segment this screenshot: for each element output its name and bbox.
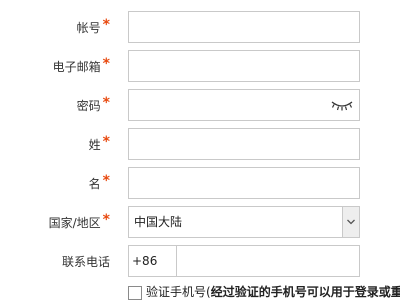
phone-label: 联系电话 bbox=[62, 245, 110, 279]
given-name-label: 名 * bbox=[89, 167, 110, 201]
surname-label-text: 姓 bbox=[88, 138, 101, 152]
verify-phone-label: 验证手机号(经过验证的手机号可以用于登录或重置 bbox=[146, 285, 400, 300]
eye-closed-icon[interactable] bbox=[330, 97, 354, 113]
required-mark: * bbox=[102, 17, 110, 33]
account-input[interactable] bbox=[128, 11, 360, 43]
surname-input[interactable] bbox=[128, 128, 360, 160]
surname-label: 姓 * bbox=[89, 128, 110, 162]
required-mark: * bbox=[102, 212, 110, 228]
given-name-input[interactable] bbox=[128, 167, 360, 199]
password-input[interactable] bbox=[128, 89, 360, 121]
phone-label-text: 联系电话 bbox=[61, 255, 110, 269]
region-select[interactable]: 中国大陆 bbox=[128, 206, 360, 238]
region-label: 国家/地区 * bbox=[49, 206, 110, 240]
region-select-toggle[interactable] bbox=[342, 207, 359, 237]
email-label: 电子邮箱 * bbox=[53, 50, 110, 84]
region-select-value: 中国大陆 bbox=[134, 215, 183, 229]
password-row: 密码 * bbox=[0, 89, 400, 123]
region-label-text: 国家/地区 bbox=[48, 216, 101, 230]
verify-phone-option[interactable]: 验证手机号(经过验证的手机号可以用于登录或重置 bbox=[128, 285, 400, 301]
account-label-text: 帐号 bbox=[76, 21, 101, 35]
email-row: 电子邮箱 * bbox=[0, 50, 400, 84]
region-row: 国家/地区 * 中国大陆 bbox=[0, 206, 400, 240]
email-input[interactable] bbox=[128, 50, 360, 82]
required-mark: * bbox=[102, 95, 110, 111]
account-row: 帐号 * bbox=[0, 11, 400, 45]
phone-country-code: +86 bbox=[129, 246, 177, 276]
email-label-text: 电子邮箱 bbox=[52, 60, 101, 74]
password-label: 密码 * bbox=[77, 89, 110, 123]
given-name-row: 名 * bbox=[0, 167, 400, 201]
password-label-text: 密码 bbox=[76, 99, 101, 113]
verify-phone-note: 经过验证的手机号可以用于登录或重置 bbox=[210, 285, 400, 299]
account-label: 帐号 * bbox=[77, 11, 110, 45]
given-name-label-text: 名 bbox=[88, 177, 101, 191]
registration-form: 帐号 * 电子邮箱 * 密码 * 姓 * 名 * 国家/地区 * 中国大陆 联系… bbox=[0, 0, 400, 300]
surname-row: 姓 * bbox=[0, 128, 400, 162]
required-mark: * bbox=[102, 134, 110, 150]
phone-row: 联系电话 +86 bbox=[0, 245, 400, 279]
verify-phone-checkbox[interactable] bbox=[128, 286, 142, 300]
required-mark: * bbox=[102, 56, 110, 72]
required-mark: * bbox=[102, 173, 110, 189]
phone-field[interactable]: +86 bbox=[128, 245, 360, 277]
chevron-down-icon bbox=[347, 219, 355, 225]
verify-phone-prefix: 验证手机号( bbox=[146, 285, 211, 299]
